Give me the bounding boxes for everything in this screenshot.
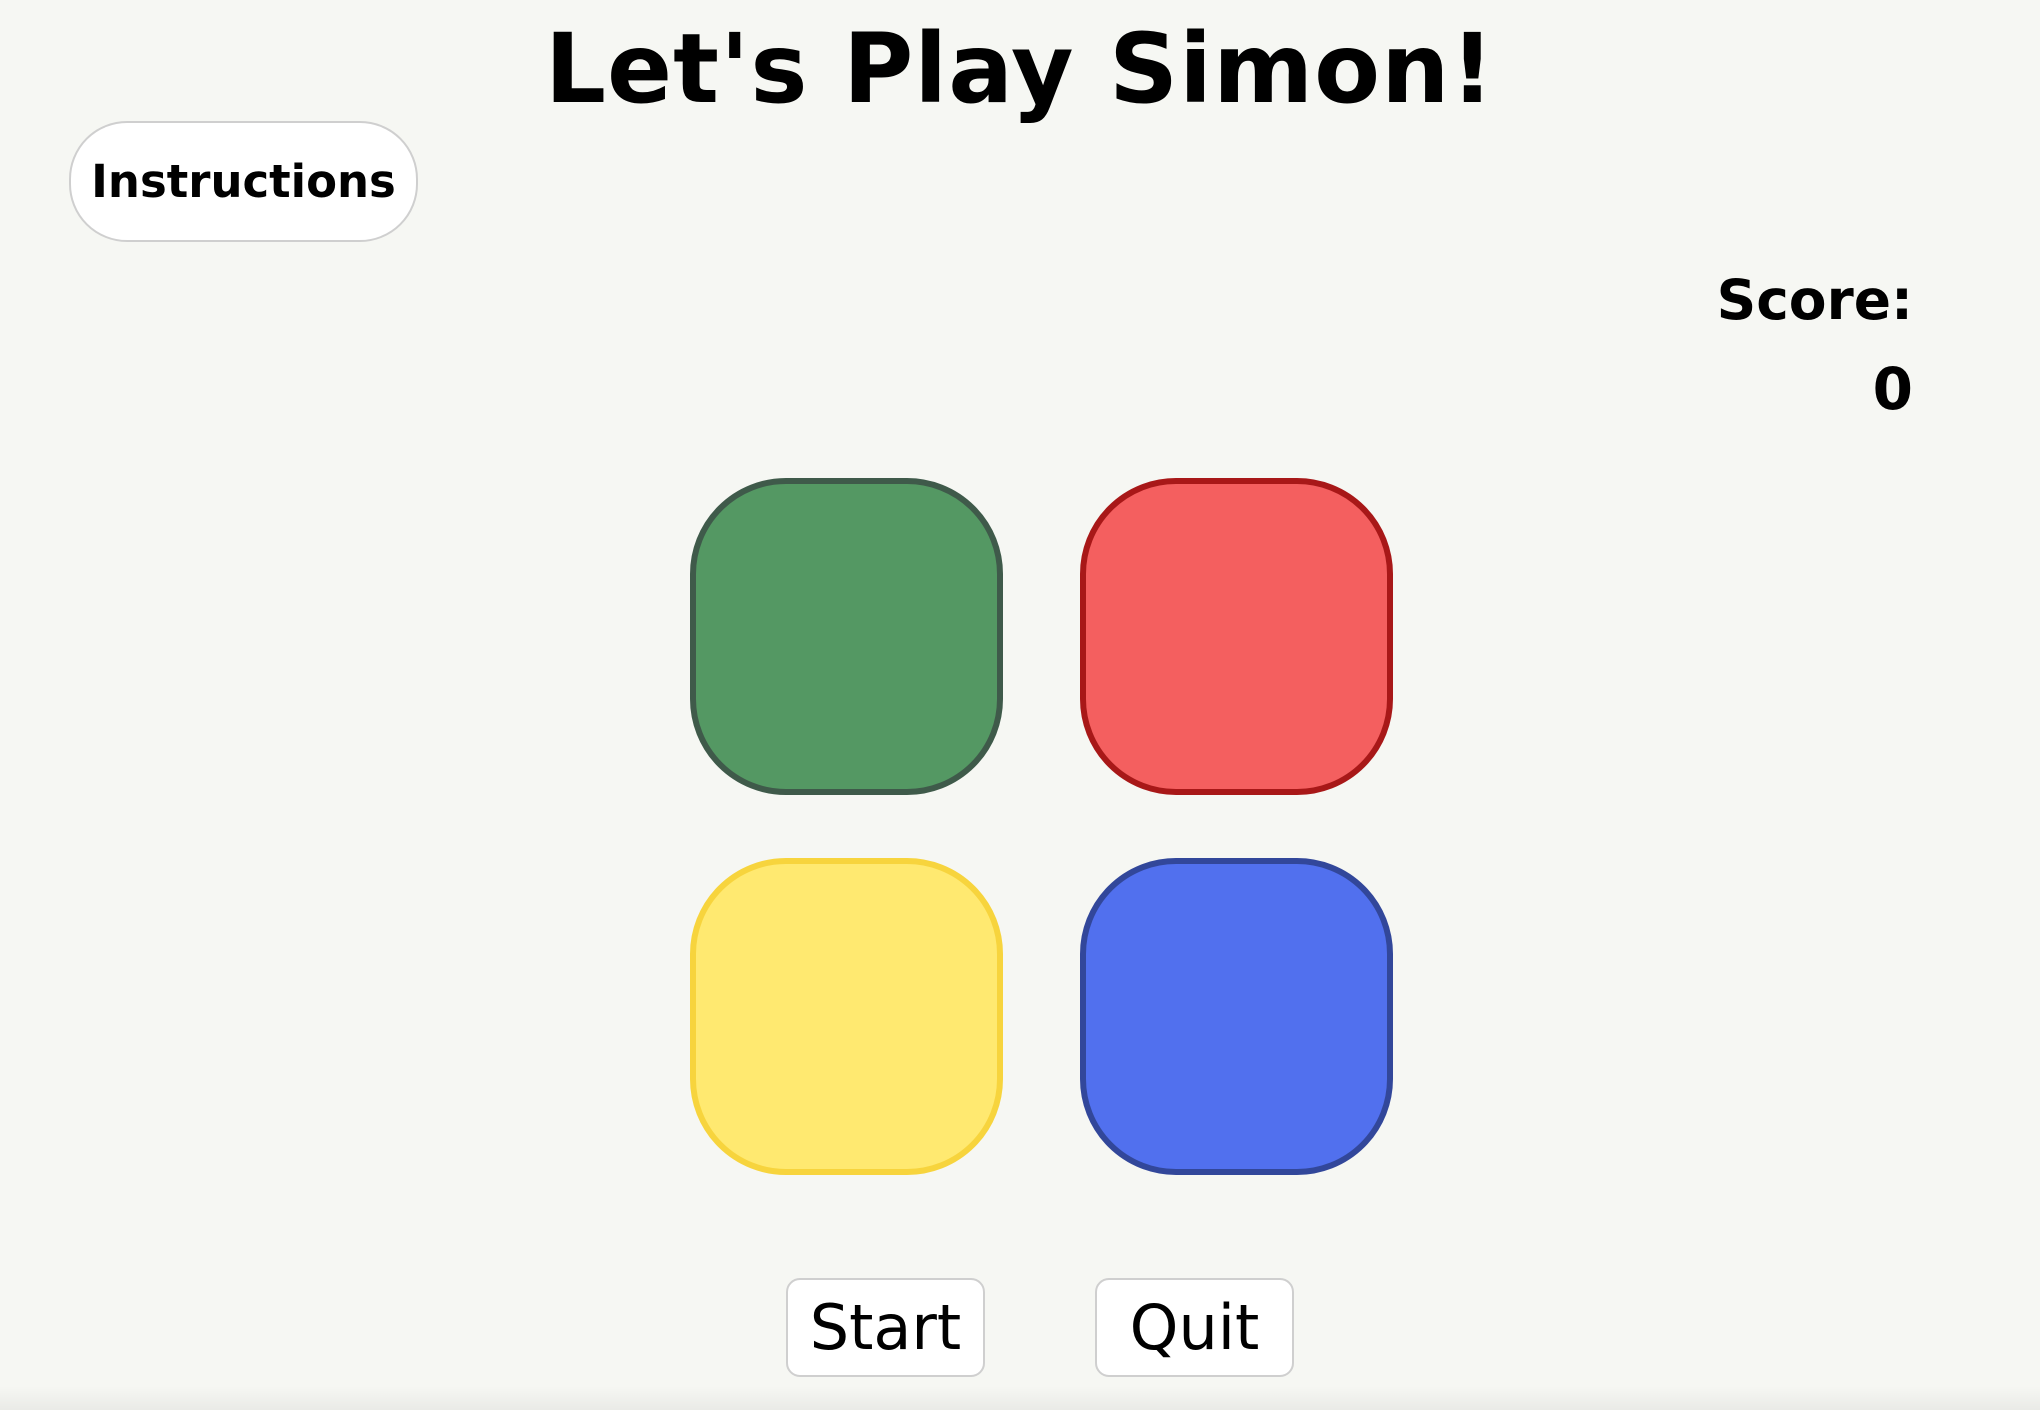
score-value: 0 [1872, 355, 1913, 423]
red-pad[interactable] [1080, 478, 1393, 795]
score-label: Score: [1716, 268, 1913, 332]
quit-button[interactable]: Quit [1095, 1278, 1294, 1377]
bottom-shadow [0, 1386, 2040, 1410]
instructions-button[interactable]: Instructions [69, 121, 418, 242]
yellow-pad[interactable] [690, 858, 1003, 1175]
start-button[interactable]: Start [786, 1278, 985, 1377]
page-title: Let's Play Simon! [544, 13, 1496, 125]
green-pad[interactable] [690, 478, 1003, 795]
blue-pad[interactable] [1080, 858, 1393, 1175]
